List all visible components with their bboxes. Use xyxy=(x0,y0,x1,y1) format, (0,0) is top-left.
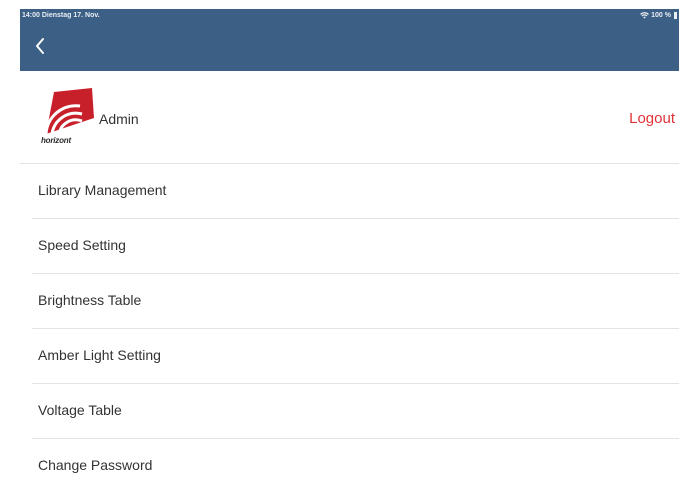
menu-item-label: Library Management xyxy=(38,182,167,198)
menu-item-label: Amber Light Setting xyxy=(38,347,161,363)
back-button[interactable] xyxy=(34,37,54,59)
logo-mark-icon xyxy=(44,88,94,135)
menu-item-change-password[interactable]: Change Password xyxy=(32,439,679,480)
account-header: horizont Admin Logout xyxy=(20,71,679,164)
menu-item-amber-light-setting[interactable]: Amber Light Setting xyxy=(32,329,679,384)
navigation-bar: 14:00 Dienstag 17. Nov. 100 % xyxy=(20,9,679,71)
menu-item-label: Speed Setting xyxy=(38,237,126,253)
status-time-date: 14:00 Dienstag 17. Nov. xyxy=(22,12,100,19)
menu-item-label: Change Password xyxy=(38,457,153,473)
menu-item-label: Voltage Table xyxy=(38,402,122,418)
logout-button[interactable]: Logout xyxy=(629,110,675,127)
menu-item-brightness-table[interactable]: Brightness Table xyxy=(32,274,679,329)
battery-icon xyxy=(674,12,677,19)
settings-menu: Library Management Speed Setting Brightn… xyxy=(20,164,679,480)
logo-wordmark: horizont xyxy=(41,136,71,145)
app-window: 14:00 Dienstag 17. Nov. 100 % horizont A… xyxy=(20,9,679,480)
battery-percentage: 100 % xyxy=(651,12,671,19)
wifi-icon xyxy=(640,12,650,19)
status-indicators: 100 % xyxy=(640,12,677,19)
chevron-left-icon xyxy=(36,38,44,54)
status-bar: 14:00 Dienstag 17. Nov. 100 % xyxy=(20,9,679,23)
menu-item-label: Brightness Table xyxy=(38,292,142,308)
company-logo: horizont xyxy=(40,88,96,146)
menu-item-voltage-table[interactable]: Voltage Table xyxy=(32,384,679,439)
menu-item-speed-setting[interactable]: Speed Setting xyxy=(32,219,679,274)
menu-item-library-management[interactable]: Library Management xyxy=(32,164,679,219)
user-name: Admin xyxy=(99,111,139,127)
